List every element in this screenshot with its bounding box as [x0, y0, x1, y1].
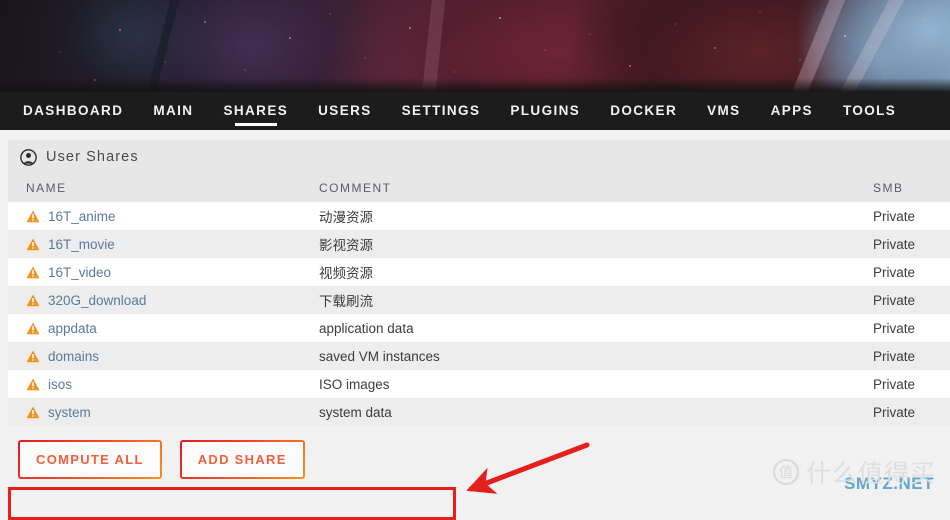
warning-triangle-icon [26, 322, 40, 335]
share-name-cell: isos [8, 370, 301, 398]
warning-triangle-icon [26, 266, 40, 279]
annotation-highlight-box [8, 487, 456, 520]
share-comment-cell: 下载刷流 [319, 294, 373, 309]
share-comment-cell: ISO images [319, 376, 390, 392]
share-link[interactable]: domains [48, 349, 99, 364]
nav-item-users[interactable]: USERS [303, 92, 387, 130]
share-name-wrapper: appdata [26, 321, 301, 336]
table-row[interactable]: appdata application data Private [8, 314, 950, 342]
share-smb-cell: Private [873, 208, 916, 224]
share-smb-cell: Private [873, 376, 916, 392]
nav-item-apps[interactable]: APPS [756, 92, 828, 130]
share-name-wrapper: domains [26, 349, 301, 364]
table-row[interactable]: isos ISO images Private [8, 370, 950, 398]
compute-all-button[interactable]: COMPUTE ALL [18, 440, 162, 479]
warning-triangle-icon [26, 294, 40, 307]
user-circle-icon [20, 148, 37, 166]
share-comment-cell: saved VM instances [319, 348, 440, 364]
share-name-cell: 320G_download [8, 286, 301, 314]
table-row[interactable]: domains saved VM instances Private [8, 342, 950, 370]
share-name-cell: 16T_anime [8, 202, 301, 230]
share-name-cell: 16T_movie [8, 230, 301, 258]
nav-item-dashboard[interactable]: DASHBOARD [8, 92, 138, 130]
add-share-button[interactable]: ADD SHARE [180, 440, 305, 479]
share-smb-cell: Private [873, 320, 916, 336]
share-link[interactable]: system [48, 405, 91, 420]
column-header-comment[interactable]: COMMENT [301, 174, 873, 202]
share-name-wrapper: 16T_anime [26, 209, 301, 224]
share-name-wrapper: system [26, 405, 301, 420]
column-header-name[interactable]: NAME [8, 174, 301, 202]
share-name-wrapper: 16T_video [26, 265, 301, 280]
column-header-smb[interactable]: SMB [873, 174, 950, 202]
banner-bottom-fade [0, 78, 950, 92]
warning-triangle-icon [26, 238, 40, 251]
share-smb-cell: Private [873, 292, 916, 308]
share-smb-cell: Private [873, 348, 916, 364]
share-name-cell: system [8, 398, 301, 426]
share-comment-cell: 动漫资源 [319, 210, 373, 225]
table-row[interactable]: 16T_video 视频资源 Private [8, 258, 950, 286]
share-smb-cell: Private [873, 404, 916, 420]
share-name-wrapper: 320G_download [26, 293, 301, 308]
share-comment-cell: 视频资源 [319, 266, 373, 281]
share-link[interactable]: appdata [48, 321, 97, 336]
share-link[interactable]: isos [48, 377, 72, 392]
table-row[interactable]: 320G_download 下载刷流 Private [8, 286, 950, 314]
warning-triangle-icon [26, 378, 40, 391]
main-navigation: DASHBOARD MAIN SHARES USERS SETTINGS PLUGINS D… [0, 92, 950, 130]
share-comment-cell: application data [319, 320, 414, 336]
share-name-wrapper: isos [26, 377, 301, 392]
share-smb-cell: Private [873, 236, 916, 252]
panel-title-text: User Shares [46, 149, 139, 165]
share-link[interactable]: 16T_movie [48, 237, 115, 252]
share-name-wrapper: 16T_movie [26, 237, 301, 252]
share-comment-cell: 影视资源 [319, 238, 373, 253]
nav-item-shares[interactable]: SHARES [208, 92, 303, 130]
nav-item-main[interactable]: MAIN [138, 92, 208, 130]
table-header-row: NAME COMMENT SMB [8, 174, 950, 202]
hero-banner [0, 0, 950, 92]
share-link[interactable]: 16T_video [48, 265, 111, 280]
share-smb-cell: Private [873, 264, 916, 280]
page-body: User Shares NAME COMMENT SMB 16T_anime 动漫资源… [0, 130, 950, 520]
panel-header: User Shares [8, 140, 950, 174]
table-row[interactable]: system system data Private [8, 398, 950, 426]
share-link[interactable]: 320G_download [48, 293, 146, 308]
warning-triangle-icon [26, 350, 40, 363]
table-head: NAME COMMENT SMB [8, 174, 950, 202]
user-shares-panel: User Shares NAME COMMENT SMB 16T_anime 动漫资源… [8, 140, 950, 426]
nav-item-tools[interactable]: TOOLS [828, 92, 911, 130]
nav-item-plugins[interactable]: PLUGINS [495, 92, 595, 130]
share-link[interactable]: 16T_anime [48, 209, 116, 224]
shares-table: NAME COMMENT SMB 16T_anime 动漫资源 Private 16T_m… [8, 174, 950, 426]
share-name-cell: appdata [8, 314, 301, 342]
warning-triangle-icon [26, 406, 40, 419]
warning-triangle-icon [26, 210, 40, 223]
nav-item-settings[interactable]: SETTINGS [387, 92, 496, 130]
table-row[interactable]: 16T_anime 动漫资源 Private [8, 202, 950, 230]
action-button-bar: COMPUTE ALL ADD SHARE [8, 426, 950, 479]
table-row[interactable]: 16T_movie 影视资源 Private [8, 230, 950, 258]
share-comment-cell: system data [319, 404, 392, 420]
share-name-cell: domains [8, 342, 301, 370]
nav-item-vms[interactable]: VMS [692, 92, 755, 130]
nav-item-docker[interactable]: DOCKER [595, 92, 692, 130]
share-name-cell: 16T_video [8, 258, 301, 286]
watermark-site: SMYZ.NET [844, 474, 934, 493]
table-body: 16T_anime 动漫资源 Private 16T_movie 影视资源 Private… [8, 202, 950, 426]
